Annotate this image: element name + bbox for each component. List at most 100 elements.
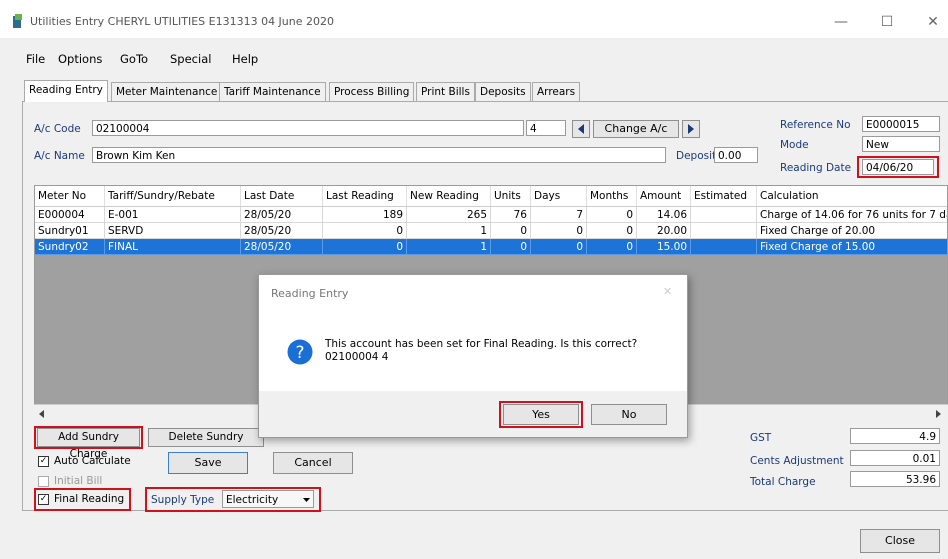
delete-sundry-button[interactable]: Delete Sundry bbox=[148, 428, 264, 447]
total-charge-field: 53.96 bbox=[850, 471, 940, 487]
cell-months: 0 bbox=[587, 239, 637, 255]
cell-days: 0 bbox=[531, 223, 587, 239]
col-months[interactable]: Months bbox=[587, 186, 637, 206]
cell-last-date: 28/05/20 bbox=[241, 239, 323, 255]
reference-no-field[interactable]: E0000015 bbox=[862, 116, 940, 132]
cell-estimated bbox=[691, 239, 757, 255]
confirm-dialog: Reading Entry ✕ ? This account has been … bbox=[258, 274, 688, 438]
cell-amount: 20.00 bbox=[637, 223, 691, 239]
supply-type-label: Supply Type bbox=[151, 494, 215, 506]
ac-code-field[interactable]: 02100004 bbox=[92, 120, 524, 136]
menu-goto[interactable]: GoTo bbox=[120, 52, 148, 66]
maximize-button[interactable]: ☐ bbox=[872, 11, 902, 33]
dialog-footer: Yes No bbox=[259, 391, 687, 437]
initial-bill-checkbox[interactable] bbox=[38, 476, 49, 487]
question-icon: ? bbox=[287, 339, 313, 365]
supply-type-select[interactable]: Electricity bbox=[222, 490, 314, 508]
scroll-left-icon[interactable] bbox=[38, 409, 46, 419]
table-row[interactable]: Sundry01 SERVD 28/05/20 0 1 0 0 0 20.00 … bbox=[35, 223, 947, 239]
cell-calculation: Charge of 14.06 for 76 units for 7 days bbox=[757, 207, 947, 223]
deposit-field[interactable]: 0.00 bbox=[714, 147, 758, 163]
grid-header: Meter No Tariff/Sundry/Rebate Last Date … bbox=[35, 186, 947, 207]
supply-type-value: Electricity bbox=[226, 494, 279, 506]
chevron-down-icon bbox=[303, 498, 310, 502]
menu-special[interactable]: Special bbox=[170, 52, 211, 66]
change-account-button[interactable]: Change A/c bbox=[593, 120, 679, 138]
col-new-reading[interactable]: New Reading bbox=[407, 186, 491, 206]
cell-meter-no: Sundry02 bbox=[35, 239, 105, 255]
mode-label: Mode bbox=[780, 139, 809, 151]
gst-label: GST bbox=[750, 432, 772, 444]
tab-tariff-maintenance[interactable]: Tariff Maintenance bbox=[219, 82, 326, 101]
col-last-reading[interactable]: Last Reading bbox=[323, 186, 407, 206]
cents-adjustment-field: 0.01 bbox=[850, 450, 940, 466]
previous-account-button[interactable] bbox=[572, 120, 590, 138]
menu-options[interactable]: Options bbox=[58, 52, 102, 66]
reading-date-field[interactable]: 04/06/20 bbox=[862, 159, 934, 175]
dialog-message: This account has been set for Final Read… bbox=[325, 338, 638, 350]
col-meter-no[interactable]: Meter No bbox=[35, 186, 105, 206]
cell-new-reading: 1 bbox=[407, 239, 491, 255]
mode-field: New bbox=[862, 136, 940, 152]
col-units[interactable]: Units bbox=[491, 186, 531, 206]
col-amount[interactable]: Amount bbox=[637, 186, 691, 206]
tab-deposits[interactable]: Deposits bbox=[475, 82, 531, 101]
title-bar: Utilities Entry CHERYL UTILITIES E131313… bbox=[0, 6, 948, 38]
cell-last-reading: 0 bbox=[323, 239, 407, 255]
scroll-right-icon[interactable] bbox=[934, 409, 942, 419]
cell-meter-no: Sundry01 bbox=[35, 223, 105, 239]
cell-last-reading: 189 bbox=[323, 207, 407, 223]
cell-units: 0 bbox=[491, 239, 531, 255]
col-calculation[interactable]: Calculation bbox=[757, 186, 947, 206]
initial-bill-label: Initial Bill bbox=[54, 475, 103, 487]
cell-days: 7 bbox=[531, 207, 587, 223]
ac-index-field[interactable]: 4 bbox=[526, 120, 566, 136]
auto-calculate-label: Auto Calculate bbox=[54, 455, 131, 467]
cell-last-date: 28/05/20 bbox=[241, 207, 323, 223]
menu-help[interactable]: Help bbox=[232, 52, 258, 66]
auto-calculate-checkbox[interactable]: ✓ bbox=[38, 456, 49, 467]
final-reading-checkbox[interactable]: ✓ bbox=[38, 494, 49, 505]
col-estimated[interactable]: Estimated bbox=[691, 186, 757, 206]
tab-process-billing[interactable]: Process Billing bbox=[329, 82, 415, 101]
final-reading-label: Final Reading bbox=[54, 493, 125, 505]
tab-meter-maintenance[interactable]: Meter Maintenance bbox=[111, 82, 223, 101]
col-tariff[interactable]: Tariff/Sundry/Rebate bbox=[105, 186, 241, 206]
total-charge-label: Total Charge bbox=[750, 476, 816, 488]
table-row[interactable]: E000004 E-001 28/05/20 189 265 76 7 0 14… bbox=[35, 207, 947, 223]
yes-button[interactable]: Yes bbox=[503, 404, 579, 425]
tab-arrears[interactable]: Arrears bbox=[532, 82, 581, 101]
tab-print-bills[interactable]: Print Bills bbox=[416, 82, 475, 101]
no-button[interactable]: No bbox=[591, 404, 667, 425]
cell-units: 0 bbox=[491, 223, 531, 239]
close-window-button[interactable]: ✕ bbox=[918, 11, 948, 33]
app-icon bbox=[13, 14, 22, 28]
cell-last-reading: 0 bbox=[323, 223, 407, 239]
cell-calculation: Fixed Charge of 20.00 bbox=[757, 223, 947, 239]
cents-adjustment-label: Cents Adjustment bbox=[750, 455, 844, 467]
cell-new-reading: 265 bbox=[407, 207, 491, 223]
cell-calculation: Fixed Charge of 15.00 bbox=[757, 239, 947, 255]
add-sundry-charge-button[interactable]: Add Sundry Charge bbox=[37, 428, 140, 460]
minimize-button[interactable]: — bbox=[826, 11, 856, 33]
cancel-button[interactable]: Cancel bbox=[273, 452, 353, 474]
col-days[interactable]: Days bbox=[531, 186, 587, 206]
cell-estimated bbox=[691, 207, 757, 223]
ac-name-field[interactable]: Brown Kim Ken bbox=[92, 147, 666, 163]
col-last-date[interactable]: Last Date bbox=[241, 186, 323, 206]
cell-last-date: 28/05/20 bbox=[241, 223, 323, 239]
table-row-selected[interactable]: Sundry02 FINAL 28/05/20 0 1 0 0 0 15.00 … bbox=[35, 239, 947, 255]
cell-months: 0 bbox=[587, 207, 637, 223]
next-account-button[interactable] bbox=[682, 120, 700, 138]
cell-estimated bbox=[691, 223, 757, 239]
tab-reading-entry[interactable]: Reading Entry bbox=[24, 80, 108, 102]
close-button[interactable]: Close bbox=[860, 529, 940, 553]
ac-code-label: A/c Code bbox=[34, 123, 81, 135]
reference-no-label: Reference No bbox=[780, 119, 851, 131]
dialog-close-icon[interactable]: ✕ bbox=[663, 285, 672, 298]
cell-tariff: E-001 bbox=[105, 207, 241, 223]
save-button[interactable]: Save bbox=[168, 452, 248, 474]
menu-file[interactable]: File bbox=[26, 52, 45, 66]
arrow-left-icon bbox=[578, 124, 584, 134]
gst-field: 4.9 bbox=[850, 428, 940, 444]
